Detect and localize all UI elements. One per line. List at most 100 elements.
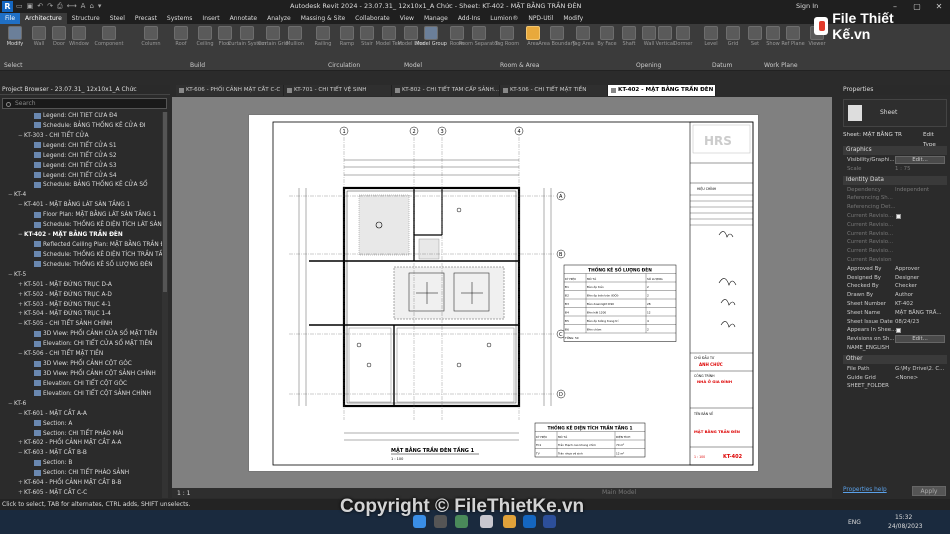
project-browser-search[interactable]: Search: [2, 98, 167, 109]
ribbon-button-25[interactable]: Shaft: [618, 26, 640, 47]
ribbon-group-label[interactable]: Select: [4, 62, 23, 69]
view-tab[interactable]: KT-606 - PHỐI CẢNH MẶT CẮT C-C: [176, 85, 284, 96]
property-value[interactable]: 1 : 75: [895, 165, 947, 174]
open-icon[interactable]: ▭: [16, 2, 23, 11]
drawing-sheet[interactable]: 1234ABCD MẶT BẰNG TRẦN ĐÈN TẦNG 1 1 : 10…: [248, 114, 759, 472]
view-scale[interactable]: 1 : 1: [177, 490, 190, 497]
browser-item[interactable]: 3D View: PHỐI CẢNH CỬA SỔ MẶT TIỀN: [0, 330, 162, 340]
clock-time[interactable]: 15:32: [895, 514, 912, 521]
undo-icon[interactable]: ↶: [37, 2, 43, 11]
browser-item[interactable]: Section: A: [0, 420, 162, 430]
browser-item[interactable]: −KT-6: [0, 400, 162, 410]
ribbon-button-33[interactable]: Ref Plane: [781, 26, 805, 47]
view-tab[interactable]: KT-802 - CHI TIẾT TAM CẤP SẢNH...: [392, 85, 500, 96]
dropdown-icon[interactable]: ▾: [98, 2, 102, 11]
property-value[interactable]: Author: [895, 291, 947, 300]
property-row[interactable]: Current Revisio...: [843, 247, 947, 256]
property-value[interactable]: <None>: [895, 374, 947, 383]
ribbon-tab-15[interactable]: NPD-Util: [523, 13, 558, 24]
ribbon-button-29[interactable]: Level: [700, 26, 722, 47]
browser-item[interactable]: +KT-504 - MẶT ĐỨNG TRỤC 1-4: [0, 310, 162, 320]
browser-item[interactable]: +KT-605 - MẶT CẮT C-C: [0, 489, 162, 498]
property-value[interactable]: Approver: [895, 265, 947, 274]
browser-item[interactable]: −KT-402 - MẶT BẰNG TRẦN ĐÈN: [0, 231, 162, 241]
property-row[interactable]: Sheet Number KT-402: [843, 300, 947, 309]
browser-item[interactable]: −KT-4: [0, 191, 162, 201]
save-icon[interactable]: ▣: [27, 2, 34, 11]
ribbon-tab-10[interactable]: Collaborate: [350, 13, 395, 24]
project-browser-scrollbar[interactable]: [162, 112, 168, 498]
ribbon-button-23[interactable]: Tag Area: [572, 26, 594, 47]
ribbon-tab-16[interactable]: Modify: [558, 13, 588, 24]
property-checkbox[interactable]: [896, 214, 901, 219]
browser-item[interactable]: Section: CHI TIẾT PHÀO MÁI: [0, 430, 162, 440]
property-value[interactable]: Designer: [895, 274, 947, 283]
browser-item[interactable]: Elevation: CHI TIẾT CỬA SỔ MẶT TIỀN: [0, 340, 162, 350]
browser-item[interactable]: Elevation: CHI TIẾT CỘT GÓC: [0, 380, 162, 390]
ribbon-tab-1[interactable]: Architecture: [20, 13, 67, 24]
browser-item[interactable]: Section: B: [0, 459, 162, 469]
browser-item[interactable]: +KT-501 - MẶT ĐỨNG TRỤC D-A: [0, 281, 162, 291]
property-row[interactable]: NAME_ENGLISH: [843, 344, 947, 353]
property-value[interactable]: 08/24/23: [895, 318, 947, 327]
print-icon[interactable]: ⎙: [57, 2, 63, 11]
ribbon-button-10[interactable]: Curtain Grid: [258, 26, 288, 47]
property-row[interactable]: Drawn By Author: [843, 291, 947, 300]
property-row[interactable]: Guide Grid <None>: [843, 374, 947, 383]
text-icon[interactable]: A: [81, 2, 86, 11]
ribbon-button-12[interactable]: Railing: [312, 26, 334, 47]
ribbon-tab-4[interactable]: Precast: [130, 13, 162, 24]
property-row[interactable]: SHEET_FOLDER: [843, 382, 947, 391]
property-row[interactable]: Scale 1 : 75: [843, 165, 947, 174]
browser-item[interactable]: +KT-604 - PHỐI CẢNH MẶT CẮT B-B: [0, 479, 162, 489]
property-row[interactable]: Dependency Independent: [843, 186, 947, 195]
ribbon-button-13[interactable]: Ramp: [336, 26, 358, 47]
property-row[interactable]: Referencing Det...: [843, 203, 947, 212]
browser-item[interactable]: Schedule: THỐNG KÊ SỐ LƯỢNG ĐÈN: [0, 261, 162, 271]
ribbon-button-0[interactable]: Modify: [4, 26, 26, 47]
property-row[interactable]: Current Revisio...: [843, 221, 947, 230]
property-row[interactable]: Designed By Designer: [843, 274, 947, 283]
ribbon-tab-13[interactable]: Add-Ins: [453, 13, 485, 24]
ribbon-button-7[interactable]: Ceiling: [194, 26, 216, 47]
properties-help-link[interactable]: Properties help: [843, 487, 887, 493]
ribbon-button-17[interactable]: Model Group: [415, 26, 447, 47]
ribbon-group-label[interactable]: Model: [404, 62, 422, 69]
browser-item[interactable]: +KT-503 - MẶT ĐỨNG TRỤC 4-1: [0, 301, 162, 311]
browser-item[interactable]: Schedule: THỐNG KÊ DIỆN TÍCH TRẦN TẦNG: [0, 251, 162, 261]
scrollbar-thumb[interactable]: [163, 112, 167, 292]
ribbon-group-label[interactable]: Opening: [636, 62, 661, 69]
ribbon-tab-8[interactable]: Analyze: [262, 13, 296, 24]
ribbon-group-label[interactable]: Build: [190, 62, 205, 69]
ribbon-tab-2[interactable]: Structure: [67, 13, 105, 24]
browser-item[interactable]: −KT-401 - MẶT BẰNG LÁT SÀN TẦNG 1: [0, 201, 162, 211]
property-edit-button[interactable]: Edit...: [895, 335, 945, 344]
property-checkbox[interactable]: [896, 328, 901, 334]
browser-item[interactable]: Elevation: CHI TIẾT CỘT SẢNH CHÍNH: [0, 390, 162, 400]
browser-item[interactable]: −KT-505 - CHI TIẾT SẢNH CHÍNH: [0, 320, 162, 330]
ribbon-tab-7[interactable]: Annotate: [225, 13, 262, 24]
ribbon-group-label[interactable]: Room & Area: [500, 62, 539, 69]
measure-icon[interactable]: ⟷: [67, 2, 77, 11]
browser-item[interactable]: Schedule: THỐNG KÊ DIỆN TÍCH LÁT SÀN TẦ: [0, 221, 162, 231]
ribbon-group-label[interactable]: Datum: [712, 62, 732, 69]
property-row[interactable]: File Path G:\My Drive\2. C...: [843, 365, 947, 374]
browser-item[interactable]: Reflected Ceiling Plan: MẶT BẰNG TRẦN ĐÈ: [0, 241, 162, 251]
properties-section[interactable]: Other: [843, 354, 947, 364]
browser-item[interactable]: Schedule: BẢNG THỐNG KÊ CỬA SỔ: [0, 181, 162, 191]
ribbon-group-label[interactable]: Work Plane: [764, 62, 798, 69]
browser-item[interactable]: Floor Plan: MẶT BẰNG LÁT SÀN TẦNG 1: [0, 211, 162, 221]
revit-app-icon[interactable]: R: [2, 1, 13, 12]
property-value[interactable]: Checker: [895, 282, 947, 291]
browser-item[interactable]: −KT-506 - CHI TIẾT MẶT TIỀN: [0, 350, 162, 360]
property-row[interactable]: Current Revision: [843, 256, 947, 265]
ribbon-tab-12[interactable]: Manage: [419, 13, 453, 24]
property-row[interactable]: Visibility/Graphi... Edit...: [843, 156, 947, 165]
browser-item[interactable]: −KT-303 - CHI TIẾT CỬA: [0, 132, 162, 142]
browser-item[interactable]: Legend: CHI TIẾT CỬA S4: [0, 172, 162, 182]
browser-item[interactable]: Legend: CHI TIẾT CỬA S2: [0, 152, 162, 162]
ribbon-button-30[interactable]: Grid: [722, 26, 744, 47]
ribbon-button-28[interactable]: Dormer: [672, 26, 694, 47]
property-row[interactable]: Sheet Name MẶT BẰNG TRẦ...: [843, 309, 947, 318]
ribbon-tab-11[interactable]: View: [395, 13, 419, 24]
